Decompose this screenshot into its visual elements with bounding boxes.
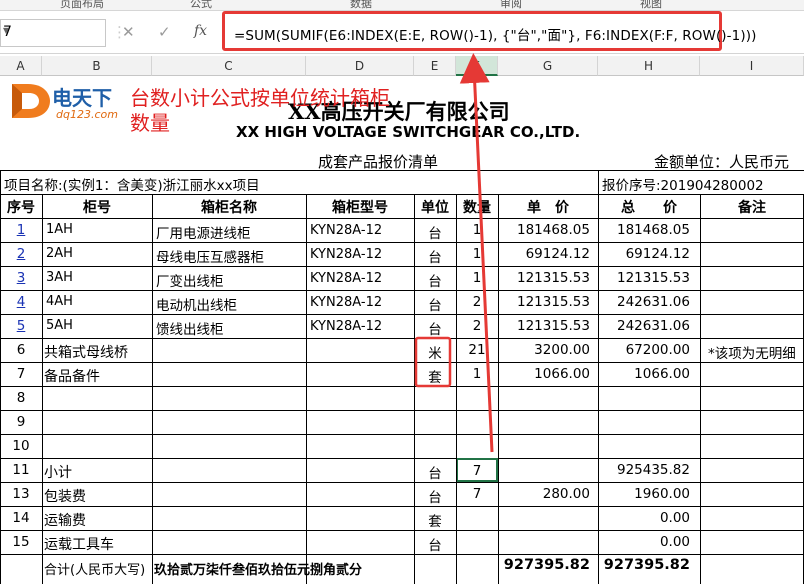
unit-highlight-box bbox=[414, 336, 452, 388]
arrow-icon bbox=[459, 53, 494, 453]
annotation-arrow-layer bbox=[414, 53, 494, 453]
